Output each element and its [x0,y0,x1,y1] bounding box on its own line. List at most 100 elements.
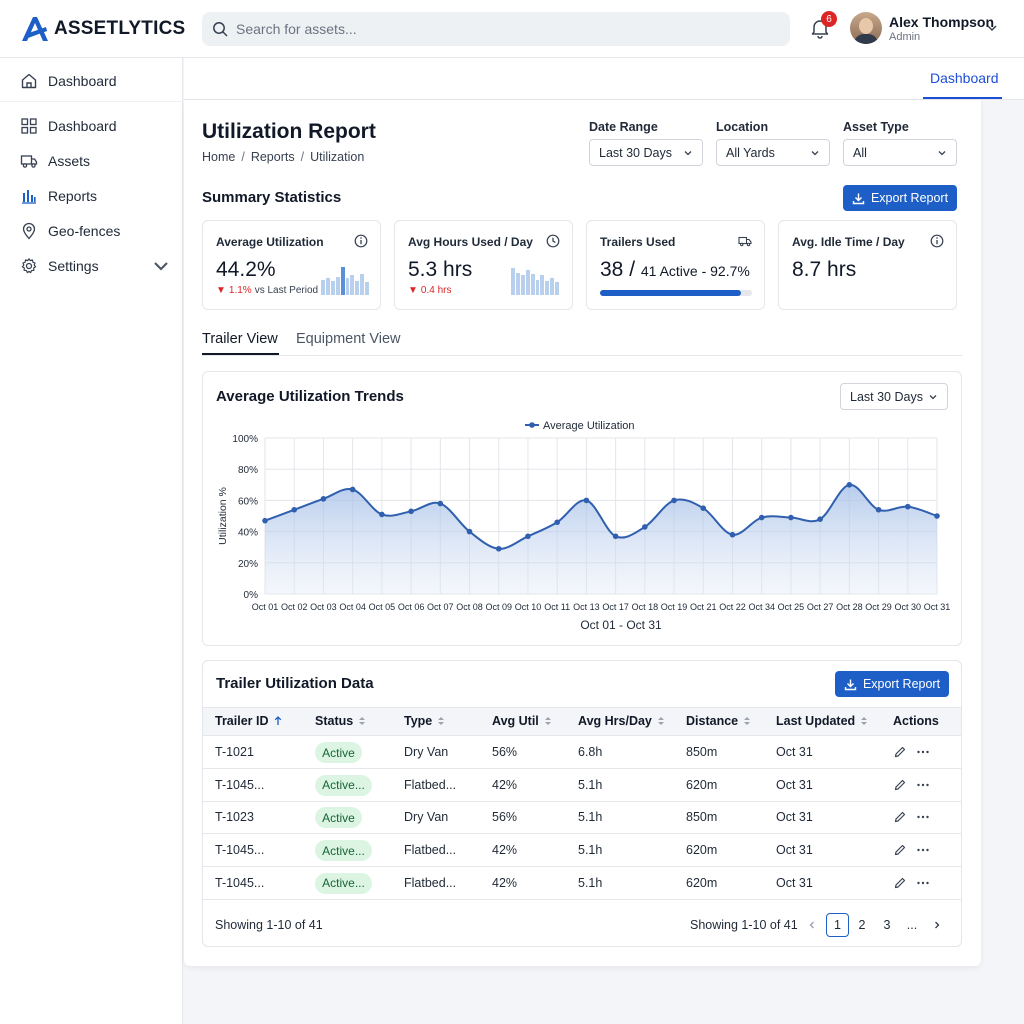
logo-icon [22,17,48,41]
cell-trailer-id: T-1023 [215,810,254,825]
x-tick-label: Oct 01 [252,602,279,612]
download-icon [844,679,857,690]
breadcrumb: Home / Reports / Utilization [202,150,364,164]
x-tick-label: Oct 22 [719,602,746,612]
cell-trailer-id: T-1021 [215,745,254,759]
asset-type-select[interactable]: All [843,139,957,166]
sidebar-item-geo-fences[interactable]: Geo-fences [20,219,170,243]
pagination-next-button[interactable] [927,913,947,937]
sidebar-item-assets[interactable]: Assets [20,149,170,173]
tab-dashboard[interactable]: Dashboard [930,70,999,86]
chart-range-select[interactable]: Last 30 Days [840,383,948,410]
more-options-icon[interactable] [916,810,930,824]
stat-card-avg-hours: Avg Hours Used / Day 5.3 hrs ▼ 0.4 hrs [394,220,573,310]
avatar[interactable] [850,12,882,44]
data-point [788,514,794,521]
x-tick-label: Oct 08 [456,602,483,612]
stat-delta-value: 1.1% [228,285,252,296]
column-header-distance[interactable]: Distance [686,714,751,728]
chevron-down-icon [929,395,937,400]
user-name[interactable]: Alex Thompson [889,14,994,30]
cell-trailer-id: T-1045... [215,777,265,792]
info-icon[interactable] [930,234,944,248]
y-tick-label: 100% [232,434,258,445]
sidebar: Dashboard Dashboard Assets Reports Geo-f… [0,58,183,1024]
chevron-down-icon[interactable] [986,22,998,34]
search-bar[interactable] [202,12,790,46]
notification-badge: 6 [821,11,837,27]
pagination-page-1[interactable]: 1 [826,913,849,937]
date-range-value: Last 30 Days [599,145,672,160]
app-logo[interactable]: ASSETLYTICS [20,14,185,44]
table-export-button[interactable]: Export Report [835,671,949,697]
x-tick-label: Oct 18 [632,602,659,612]
pagination-page-2[interactable]: 2 [852,913,872,937]
asset-type-label: Asset Type [843,120,909,134]
edit-icon[interactable] [893,745,907,759]
data-point [320,496,327,502]
chart-range-value: Last 30 Days [850,389,923,404]
more-options-icon[interactable] [916,876,930,890]
pagination-page-3[interactable]: 3 [877,913,897,937]
location-select[interactable]: All Yards [716,139,830,166]
x-tick-label: Oct 02 [281,602,308,612]
column-header-last-updated[interactable]: Last Updated [776,714,868,728]
stat-value-sub: 41 Active - 92.7% [640,263,750,279]
column-label: Distance [686,714,739,728]
sidebar-item-reports[interactable]: Reports [20,184,170,208]
cell-avg-hrs: 5.1h [578,875,603,890]
stat-card-average-utilization: Average Utilization 44.2% ▼ 1.1% vs Last… [202,220,381,310]
top-bar: ASSETLYTICS 6 Alex Thompson Admin [0,0,1024,58]
edit-icon[interactable] [893,843,907,857]
sort-icon [359,717,366,725]
more-options-icon[interactable] [916,745,930,759]
stat-delta: ▼ 1.1% vs Last Period [216,285,318,296]
edit-icon[interactable] [893,778,907,792]
data-point [934,513,940,519]
tab-equipment-view[interactable]: Equipment View [296,331,401,347]
data-point [642,524,648,530]
more-options-icon[interactable] [916,778,930,792]
tab-trailer-view[interactable]: Trailer View [202,331,278,347]
sidebar-item-dashboard-top[interactable]: Dashboard [20,69,170,93]
content-tab-bar: Dashboard [184,58,1024,100]
pagination-prev-button[interactable] [802,913,822,937]
breadcrumb-home[interactable]: Home [202,150,235,164]
stat-value: 38 / 41 Active - 92.7% [600,258,750,282]
column-header-status[interactable]: Status [315,714,366,728]
stat-label: Average Utilization [216,235,324,249]
tab-active-indicator [202,353,279,355]
column-header-type[interactable]: Type [404,714,445,728]
breadcrumb-separator: / [241,150,245,164]
date-range-select[interactable]: Last 30 Days [589,139,703,166]
data-point [817,516,823,522]
export-report-button[interactable]: Export Report [843,185,957,211]
chevron-down-icon[interactable] [152,257,170,275]
column-header-avg-util[interactable]: Avg Util [492,714,552,728]
info-icon[interactable] [354,234,368,248]
legend-marker [529,422,535,428]
sparkline [511,267,560,295]
search-input[interactable] [236,21,756,37]
chevron-down-icon [811,151,819,156]
column-header-actions: Actions [893,714,939,728]
sort-icon [657,717,664,725]
x-tick-label: Oct 25 [778,602,805,612]
sidebar-item-settings[interactable]: Settings [20,254,170,278]
column-header-trailer-id[interactable]: Trailer ID [215,714,282,728]
x-tick-label: Oct 30 [895,602,922,612]
status-badge: Active [315,742,362,763]
edit-icon[interactable] [893,810,907,824]
more-options-icon[interactable] [916,843,930,857]
cell-avg-hrs: 5.1h [578,843,603,858]
sidebar-item-dashboard[interactable]: Dashboard [20,114,170,138]
data-point [291,506,298,513]
utilization-chart: 0%20%40%60%80%100%Oct 01 Oct 02 Oct 03 Oct … [217,420,950,632]
data-point [904,503,911,510]
edit-icon[interactable] [893,876,907,890]
breadcrumb-reports[interactable]: Reports [251,150,295,164]
truck-icon[interactable] [738,234,752,248]
column-header-avg-hrs[interactable]: Avg Hrs/Day [578,714,665,728]
clock-icon[interactable] [546,234,560,248]
column-label: Type [404,714,433,728]
